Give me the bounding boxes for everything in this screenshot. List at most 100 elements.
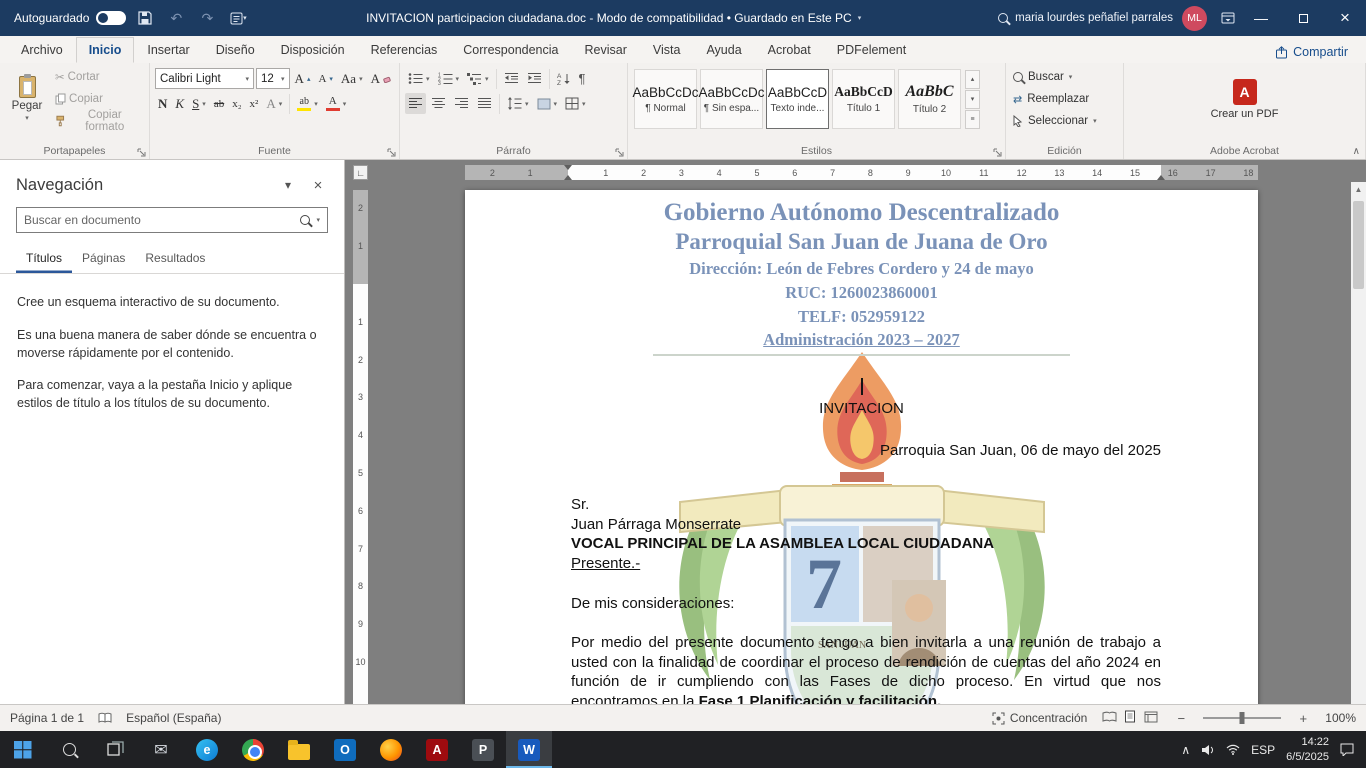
search-icon[interactable] bbox=[300, 215, 310, 225]
style-normal[interactable]: AaBbCcDc¶ Normal bbox=[634, 69, 697, 129]
tab-pdfelement[interactable]: PDFelement bbox=[824, 37, 919, 63]
taskbar-app-outlook[interactable]: O bbox=[322, 731, 368, 768]
language-indicator[interactable]: Español (España) bbox=[126, 711, 221, 725]
proofing-status[interactable] bbox=[98, 712, 112, 724]
underline-button[interactable]: S▾ bbox=[189, 93, 209, 114]
find-button[interactable]: Buscar▾ bbox=[1011, 66, 1118, 88]
font-family-select[interactable]: Calibri Light▾ bbox=[155, 68, 254, 89]
tab-inicio[interactable]: Inicio bbox=[76, 37, 135, 63]
taskbar-app-chrome[interactable] bbox=[230, 731, 276, 768]
grow-font-button[interactable]: A▴ bbox=[292, 68, 314, 89]
paragraph-dialog-launcher[interactable] bbox=[614, 145, 625, 156]
shrink-font-button[interactable]: A▾ bbox=[315, 68, 335, 89]
font-size-select[interactable]: 12▾ bbox=[256, 68, 290, 89]
styles-scroll-down-button[interactable]: ▾ bbox=[965, 90, 980, 109]
vertical-scrollbar[interactable]: ▲ bbox=[1351, 182, 1366, 704]
save-button[interactable] bbox=[133, 5, 157, 31]
style-sin-espaciado[interactable]: AaBbCcDc¶ Sin espa... bbox=[700, 69, 763, 129]
align-right-button[interactable] bbox=[451, 93, 472, 114]
align-justify-button[interactable] bbox=[474, 93, 495, 114]
title-caret-icon[interactable]: ▾ bbox=[858, 14, 862, 22]
font-color-button[interactable]: A▾ bbox=[323, 93, 350, 114]
tab-revisar[interactable]: Revisar bbox=[571, 37, 639, 63]
clipboard-dialog-launcher[interactable] bbox=[136, 145, 147, 156]
taskbar-app-mail[interactable]: ✉ bbox=[138, 731, 184, 768]
nav-tab-paginas[interactable]: Páginas bbox=[72, 245, 135, 273]
taskbar-search-button[interactable] bbox=[46, 731, 92, 768]
taskbar-app-firefox[interactable] bbox=[368, 731, 414, 768]
change-case-button[interactable]: Aa▾ bbox=[338, 68, 366, 89]
styles-more-button[interactable]: ≡ bbox=[965, 110, 980, 129]
task-view-button[interactable] bbox=[92, 731, 138, 768]
nav-tab-titulos[interactable]: Títulos bbox=[16, 245, 72, 273]
style-texto-independiente[interactable]: AaBbCcDTexto inde... bbox=[766, 69, 829, 129]
nav-tab-resultados[interactable]: Resultados bbox=[135, 245, 215, 273]
zoom-in-button[interactable]: + bbox=[1295, 711, 1311, 726]
zoom-slider[interactable] bbox=[1203, 717, 1281, 719]
taskbar-app-acrobat[interactable]: A bbox=[414, 731, 460, 768]
taskbar-app-pdfelement[interactable]: P bbox=[460, 731, 506, 768]
hidden-icons-button[interactable]: ∧ bbox=[1181, 743, 1190, 757]
start-button[interactable] bbox=[0, 731, 46, 768]
tab-ayuda[interactable]: Ayuda bbox=[693, 37, 754, 63]
quick-access-button[interactable]: ▾ bbox=[226, 5, 250, 31]
tab-selector[interactable]: ∟ bbox=[353, 165, 368, 180]
copy-button[interactable]: Copiar bbox=[52, 89, 144, 110]
shading-button[interactable]: ▾ bbox=[534, 93, 561, 114]
language-indicator-button[interactable]: ESP bbox=[1251, 743, 1275, 757]
show-marks-button[interactable]: ¶ bbox=[576, 68, 589, 89]
style-titulo-2[interactable]: AaBbCTítulo 2 bbox=[898, 69, 961, 129]
web-layout-button[interactable] bbox=[1143, 711, 1159, 726]
paste-button[interactable]: Pegar ▾ bbox=[5, 66, 49, 132]
decrease-indent-button[interactable] bbox=[501, 68, 522, 89]
increase-indent-button[interactable] bbox=[524, 68, 545, 89]
restore-button[interactable] bbox=[1282, 0, 1324, 36]
clear-formatting-button[interactable]: A bbox=[368, 68, 394, 89]
style-titulo-1[interactable]: AaBbCcDTítulo 1 bbox=[832, 69, 895, 129]
scroll-up-arrow-icon[interactable]: ▲ bbox=[1351, 182, 1366, 197]
format-painter-button[interactable]: Copiar formato bbox=[52, 111, 144, 132]
tab-archivo[interactable]: Archivo bbox=[8, 37, 76, 63]
tab-correspondencia[interactable]: Correspondencia bbox=[450, 37, 571, 63]
taskbar-app-word[interactable]: W bbox=[506, 731, 552, 768]
select-button[interactable]: Seleccionar▾ bbox=[1011, 110, 1118, 132]
styles-scroll-up-button[interactable]: ▴ bbox=[965, 70, 980, 89]
zoom-slider-thumb[interactable] bbox=[1240, 712, 1245, 724]
right-indent-marker[interactable] bbox=[1157, 171, 1165, 180]
page-indicator[interactable]: Página 1 de 1 bbox=[10, 711, 84, 725]
document-page[interactable]: 7 SAN JUAN Gobierno Autónomo Descentrali… bbox=[465, 190, 1258, 704]
scrollbar-thumb[interactable] bbox=[1353, 201, 1364, 289]
superscript-button[interactable]: x² bbox=[247, 93, 262, 114]
tab-diseno[interactable]: Diseño bbox=[203, 37, 268, 63]
taskbar-app-file-explorer[interactable] bbox=[276, 731, 322, 768]
tab-referencias[interactable]: Referencias bbox=[358, 37, 451, 63]
taskbar-app-edge[interactable]: e bbox=[184, 731, 230, 768]
navigation-search-input[interactable] bbox=[24, 213, 294, 227]
multilevel-list-button[interactable]: ▾ bbox=[464, 68, 492, 89]
titlebar-search-button[interactable] bbox=[991, 5, 1015, 31]
network-button[interactable] bbox=[1226, 744, 1240, 755]
read-mode-button[interactable] bbox=[1101, 711, 1117, 726]
collapse-ribbon-button[interactable]: ∧ bbox=[1353, 146, 1360, 157]
hanging-indent-marker[interactable] bbox=[564, 171, 572, 180]
italic-button[interactable]: K bbox=[172, 93, 187, 114]
strikethrough-button[interactable]: ab bbox=[211, 93, 227, 114]
share-button[interactable]: Compartir bbox=[1267, 41, 1356, 63]
bullets-button[interactable]: ▾ bbox=[405, 68, 433, 89]
tab-acrobat[interactable]: Acrobat bbox=[755, 37, 824, 63]
redo-button[interactable]: ↷ bbox=[195, 5, 219, 31]
autosave-toggle[interactable] bbox=[96, 11, 126, 25]
font-dialog-launcher[interactable] bbox=[386, 145, 397, 156]
styles-dialog-launcher[interactable] bbox=[992, 145, 1003, 156]
borders-button[interactable]: ▾ bbox=[562, 93, 589, 114]
volume-button[interactable] bbox=[1201, 744, 1215, 756]
user-name[interactable]: maria lourdes peñafiel parrales bbox=[1015, 12, 1173, 24]
text-effects-button[interactable]: A▾ bbox=[263, 93, 285, 114]
user-avatar[interactable]: ML bbox=[1182, 6, 1207, 31]
zoom-level[interactable]: 100% bbox=[1325, 711, 1356, 725]
tab-disposicion[interactable]: Disposición bbox=[268, 37, 358, 63]
minimize-button[interactable]: — bbox=[1240, 0, 1282, 36]
notifications-button[interactable] bbox=[1340, 743, 1354, 756]
ribbon-display-options-button[interactable] bbox=[1216, 5, 1240, 31]
navigation-collapse-button[interactable]: ▾ bbox=[278, 175, 298, 195]
